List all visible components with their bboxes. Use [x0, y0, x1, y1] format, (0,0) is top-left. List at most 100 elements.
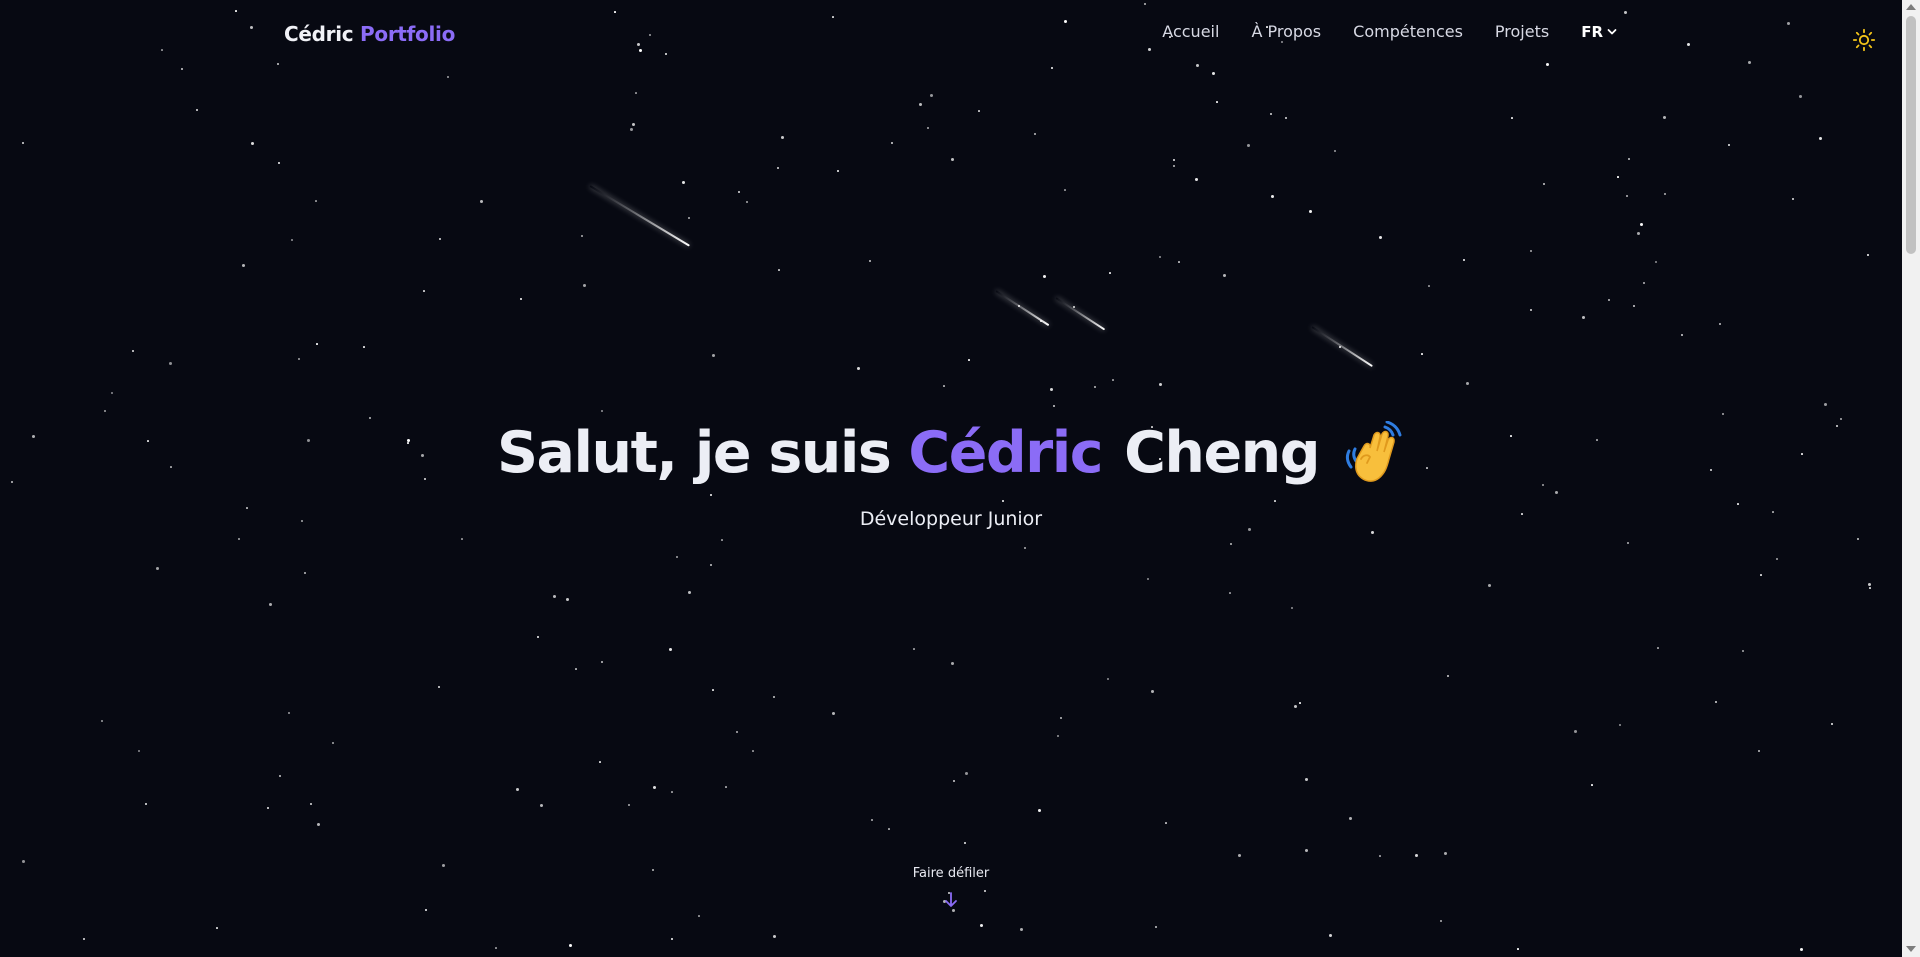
- star: [777, 167, 779, 169]
- star: [101, 720, 103, 722]
- star: [269, 603, 272, 606]
- star: [242, 264, 245, 267]
- star: [781, 136, 784, 139]
- star: [1869, 587, 1871, 589]
- star: [22, 142, 24, 144]
- scroll-hint[interactable]: Faire défiler: [0, 866, 1902, 909]
- star: [688, 217, 690, 219]
- star: [1742, 650, 1744, 652]
- star: [1271, 195, 1274, 198]
- nav-link-projets[interactable]: Projets: [1495, 22, 1549, 41]
- star: [1792, 198, 1794, 200]
- star: [1728, 144, 1730, 146]
- vertical-scrollbar[interactable]: [1902, 0, 1920, 957]
- star: [1530, 250, 1532, 252]
- star: [869, 260, 871, 262]
- scroll-hint-label: Faire défiler: [912, 866, 990, 881]
- star: [267, 807, 269, 809]
- star: [1309, 210, 1312, 213]
- hero-last-name: Cheng: [1124, 420, 1320, 486]
- star: [1329, 934, 1332, 937]
- star: [773, 696, 775, 698]
- star: [1722, 413, 1724, 415]
- star: [169, 362, 172, 365]
- star: [1800, 948, 1803, 951]
- star: [369, 417, 371, 419]
- star: [291, 239, 293, 241]
- star: [601, 410, 603, 412]
- star: [1109, 272, 1111, 274]
- brand-name: Cédric: [284, 22, 354, 46]
- star: [1799, 95, 1802, 98]
- star: [1294, 705, 1297, 708]
- star: [1305, 849, 1308, 852]
- nav-link-a-propos[interactable]: À Propos: [1251, 22, 1321, 41]
- star: [1637, 232, 1640, 235]
- star: [1776, 558, 1778, 560]
- star: [22, 860, 25, 863]
- star: [1230, 543, 1232, 545]
- star: [1020, 928, 1023, 931]
- language-code: FR: [1581, 22, 1603, 41]
- star: [111, 392, 113, 394]
- page: Cédric Portfolio Accueil À Propos Compét…: [0, 0, 1920, 957]
- scrollbar-thumb[interactable]: [1906, 16, 1916, 254]
- star: [1444, 852, 1447, 855]
- star: [1415, 854, 1418, 857]
- star: [1038, 809, 1041, 812]
- star: [1305, 778, 1308, 781]
- star: [540, 804, 543, 807]
- scroll-up-arrow-icon[interactable]: [1906, 4, 1916, 10]
- sun-icon[interactable]: [1852, 28, 1876, 52]
- star: [965, 772, 968, 775]
- nav-links: Accueil À Propos Compétences Projets FR: [1162, 22, 1617, 41]
- star: [278, 162, 280, 164]
- nav-link-competences[interactable]: Compétences: [1353, 22, 1463, 41]
- star: [1819, 137, 1822, 140]
- star: [712, 354, 715, 357]
- star: [857, 367, 860, 370]
- star: [1173, 165, 1175, 167]
- star: [1371, 531, 1374, 534]
- star: [439, 238, 441, 240]
- star: [1868, 583, 1871, 586]
- hero-subtitle: Développeur Junior: [859, 508, 1043, 530]
- star: [1640, 223, 1643, 226]
- star: [682, 181, 685, 184]
- star: [1043, 275, 1046, 278]
- nav-link-accueil[interactable]: Accueil: [1162, 22, 1219, 41]
- star: [425, 909, 427, 911]
- star: [1681, 334, 1683, 336]
- star: [1530, 309, 1532, 311]
- star: [438, 686, 440, 688]
- scroll-down-arrow-icon[interactable]: [1906, 946, 1916, 952]
- brand-logo[interactable]: Cédric Portfolio: [284, 22, 455, 46]
- language-selector[interactable]: FR: [1581, 23, 1617, 41]
- star: [1195, 178, 1198, 181]
- star: [943, 385, 945, 387]
- star: [569, 944, 572, 947]
- star: [1057, 735, 1059, 737]
- star: [1285, 117, 1287, 119]
- star: [1159, 256, 1161, 258]
- star: [581, 235, 583, 237]
- star: [1094, 386, 1096, 388]
- star: [1628, 158, 1630, 160]
- star: [145, 803, 147, 805]
- star: [1591, 784, 1593, 786]
- star: [83, 938, 85, 940]
- star: [1608, 299, 1610, 301]
- star: [1216, 101, 1218, 103]
- star: [279, 775, 281, 777]
- star: [953, 780, 955, 782]
- star: [951, 662, 954, 665]
- star: [566, 598, 569, 601]
- star: [1715, 701, 1717, 703]
- star: [1627, 542, 1629, 544]
- star: [1655, 261, 1657, 263]
- star: [752, 750, 754, 752]
- star: [1050, 388, 1053, 391]
- star: [288, 712, 290, 714]
- star: [1147, 578, 1149, 580]
- star: [778, 269, 780, 271]
